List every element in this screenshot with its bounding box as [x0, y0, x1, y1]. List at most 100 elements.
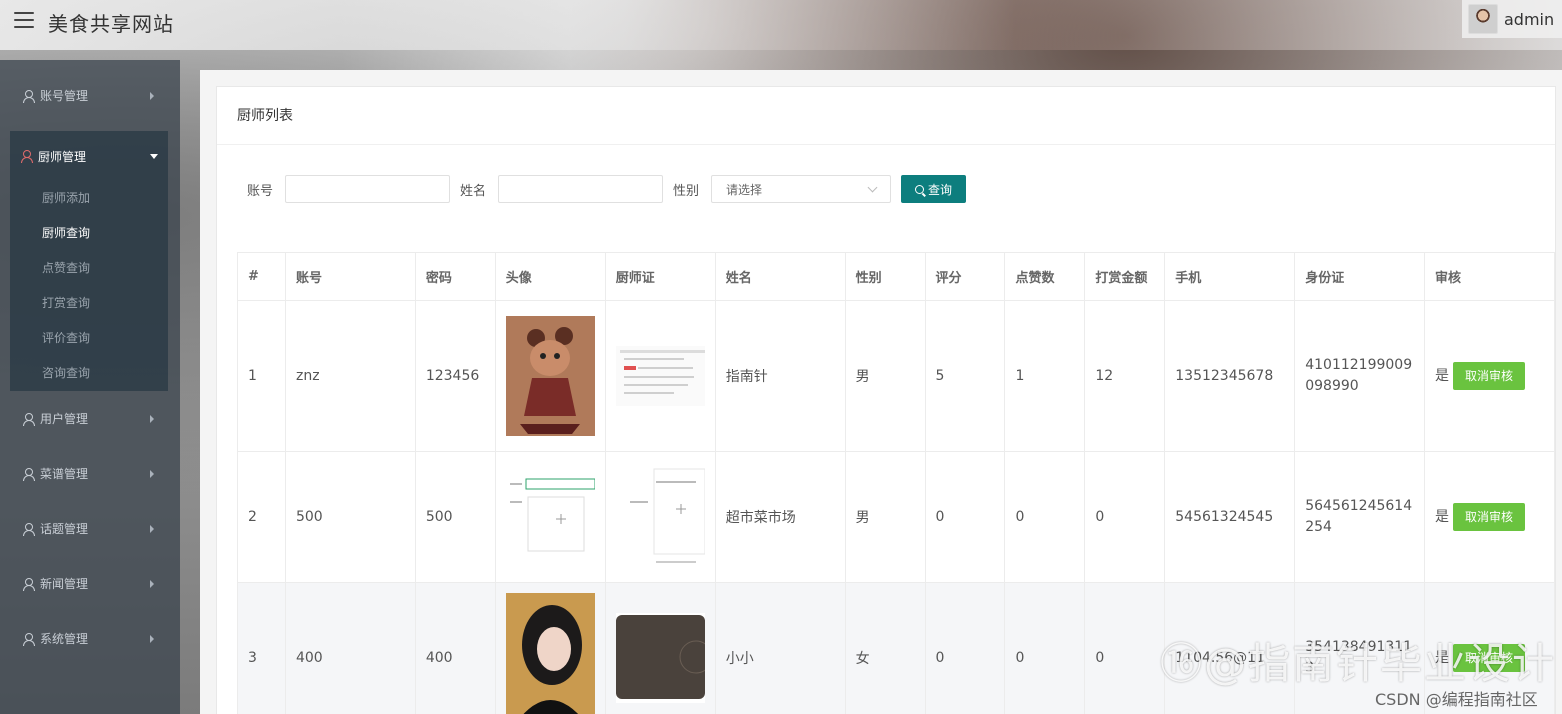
certificate-image [615, 467, 705, 567]
cell-id-card: 564561245614254 [1294, 451, 1426, 583]
cell-avatar [494, 300, 606, 452]
cell-tip: 0 [1084, 451, 1166, 583]
table-header-row: # 账号 密码 头像 厨师证 姓名 性别 评分 点赞数 打赏金额 手机 身份证 … [237, 252, 1555, 301]
avatar [1468, 4, 1498, 34]
chevron-right-icon [150, 91, 154, 100]
cell-avatar [494, 582, 606, 714]
user-icon [22, 89, 35, 103]
sidebar-item-user[interactable]: 用户管理 [0, 391, 180, 446]
user-icon [22, 577, 35, 591]
cell-avatar [494, 451, 606, 583]
cell-likes: 0 [1004, 582, 1086, 714]
cell-name: 小小 [714, 582, 846, 714]
sidebar-item-label: 用户管理 [40, 412, 89, 426]
sidebar-item-label: 账号管理 [40, 89, 89, 103]
id-card-text: 564561245614254 [1305, 498, 1413, 535]
cell-certificate [604, 582, 716, 714]
cancel-audit-button[interactable]: 取消审核 [1453, 503, 1526, 531]
certificate-image [615, 346, 705, 406]
sidebar-item-label: 话题管理 [40, 522, 89, 536]
cell-score: 0 [924, 451, 1006, 583]
top-header: 美食共享网站 admin [0, 0, 1562, 50]
gender-label: 性别 [673, 183, 700, 199]
chevron-down-icon [867, 182, 878, 192]
cell-account: 500 [284, 451, 416, 583]
sidebar-sub-consult-query[interactable]: 咨询查询 [10, 356, 168, 391]
col-header: # [237, 252, 286, 301]
col-header: 审核 [1424, 252, 1555, 301]
cell-certificate [604, 451, 716, 583]
sidebar-item-topic[interactable]: 话题管理 [0, 501, 180, 556]
col-header: 姓名 [714, 252, 846, 301]
user-icon [22, 632, 35, 646]
user-icon [22, 412, 35, 426]
col-header: 手机 [1164, 252, 1296, 301]
menu-toggle-icon[interactable] [14, 12, 34, 28]
sidebar-item-recipe[interactable]: 菜谱管理 [0, 446, 180, 501]
audit-status: 是 [1435, 368, 1450, 384]
watermark-sub: CSDN @编程指南社区 [1375, 690, 1538, 709]
sidebar-sub-review-query[interactable]: 评价查询 [10, 321, 168, 356]
col-header: 评分 [924, 252, 1006, 301]
name-label: 姓名 [460, 183, 487, 199]
cell-audit: 是取消审核 [1424, 451, 1555, 583]
search-button[interactable]: 查询 [901, 175, 967, 203]
cell-gender: 男 [844, 451, 926, 583]
cancel-audit-button[interactable]: 取消审核 [1453, 362, 1526, 390]
table-row: 1 znz 123456 指南针 男 5 1 12 13512345678 41… [237, 300, 1555, 452]
sidebar-item-label: 厨师管理 [38, 149, 87, 164]
sidebar-item-label: 菜谱管理 [40, 467, 89, 481]
cell-id-card: 410112199009098990 [1294, 300, 1426, 452]
name-input[interactable] [498, 175, 664, 203]
chevron-right-icon [150, 579, 154, 588]
cell-phone: 13512345678 [1164, 300, 1296, 452]
gender-select[interactable]: 请选择 [711, 175, 892, 203]
sidebar-sub-chef-query[interactable]: 厨师查询 [10, 216, 168, 251]
search-form: 账号 姓名 性别 请选择 查询 [247, 175, 967, 203]
cell-index: 2 [237, 451, 286, 583]
user-menu[interactable]: admin [1462, 0, 1562, 38]
chevron-right-icon [150, 634, 154, 643]
account-input[interactable] [285, 175, 451, 203]
chef-list-card: 厨师列表 账号 姓名 性别 请选择 查询 # 账号 密码 头像 厨师证 姓名 性… [216, 86, 1556, 714]
id-card-text: 410112199009098990 [1305, 357, 1413, 394]
chevron-down-icon [150, 154, 158, 159]
sidebar-item-news[interactable]: 新闻管理 [0, 556, 180, 611]
sidebar-sub-chef-add[interactable]: 厨师添加 [10, 181, 168, 216]
cell-password: 400 [414, 582, 496, 714]
sidebar-sub-like-query[interactable]: 点赞查询 [10, 251, 168, 286]
watermark-main: ⑯@指南针毕业设计 [1160, 639, 1557, 688]
user-icon [22, 467, 35, 481]
chevron-right-icon [150, 414, 154, 423]
col-header: 厨师证 [604, 252, 716, 301]
cell-name: 超市菜市场 [714, 451, 846, 583]
user-icon [22, 522, 35, 536]
cell-likes: 0 [1004, 451, 1086, 583]
cell-phone: 54561324545 [1164, 451, 1296, 583]
avatar-image [505, 477, 595, 557]
cell-password: 500 [414, 451, 496, 583]
cell-index: 1 [237, 300, 286, 452]
col-header: 密码 [414, 252, 496, 301]
cell-tip: 0 [1084, 582, 1166, 714]
col-header: 账号 [284, 252, 416, 301]
cell-account: znz [284, 300, 416, 452]
chevron-right-icon [150, 469, 154, 478]
col-header: 性别 [844, 252, 926, 301]
sidebar-sub-tip-query[interactable]: 打赏查询 [10, 286, 168, 321]
cell-account: 400 [284, 582, 416, 714]
page-title: 厨师列表 [217, 87, 1555, 145]
search-button-label: 查询 [928, 182, 953, 197]
cell-password: 123456 [414, 300, 496, 452]
certificate-image [615, 612, 705, 703]
sidebar-item-chef[interactable]: 厨师管理 [10, 131, 168, 181]
col-header: 头像 [494, 252, 606, 301]
sidebar-item-account[interactable]: 账号管理 [0, 68, 180, 123]
user-icon [20, 150, 33, 163]
user-name: admin [1504, 9, 1555, 29]
cell-audit: 是取消审核 [1424, 300, 1555, 452]
sidebar-item-label: 系统管理 [40, 632, 89, 646]
sidebar-group-chef: 厨师管理 厨师添加 厨师查询 点赞查询 打赏查询 评价查询 咨询查询 [10, 131, 168, 391]
sidebar-item-system[interactable]: 系统管理 [0, 611, 180, 666]
search-icon [915, 184, 925, 194]
